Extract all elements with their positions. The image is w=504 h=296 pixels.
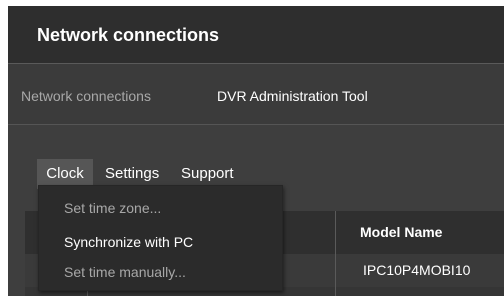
application-window: Network connections Network connections … <box>0 0 504 296</box>
menu-item-set-time-manually[interactable]: Set time manually... <box>39 257 282 287</box>
clock-dropdown-menu: Set time zone... Synchronize with PC Set… <box>38 185 283 291</box>
breadcrumb: Network connections DVR Administration T… <box>8 64 504 124</box>
title-bar: Network connections <box>8 6 504 63</box>
window-body: Network connections Network connections … <box>8 6 504 296</box>
column-header-model-name[interactable]: Model Name <box>360 211 442 254</box>
column-divider <box>335 211 336 296</box>
breadcrumb-item-dvr-admin-tool[interactable]: DVR Administration Tool <box>217 88 368 104</box>
menu-item-set-time-zone[interactable]: Set time zone... <box>39 193 282 223</box>
menu-item-synchronize-with-pc[interactable]: Synchronize with PC <box>39 227 282 257</box>
window-title: Network connections <box>37 25 220 45</box>
cell-model-name: IPC10P4MOBI10 <box>363 262 471 278</box>
breadcrumb-item-network-connections[interactable]: Network connections <box>21 88 151 104</box>
